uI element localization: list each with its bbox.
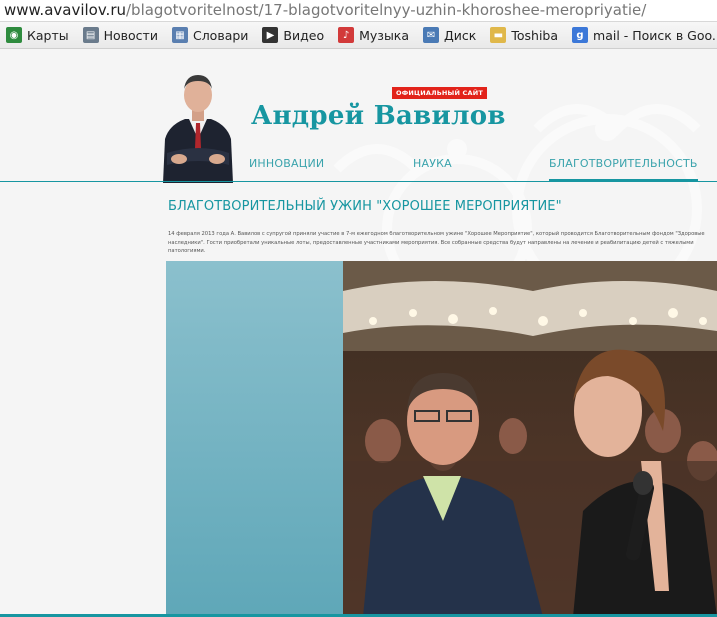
video-icon: ▶ bbox=[262, 27, 279, 43]
disk-icon: ✉ bbox=[423, 27, 440, 43]
bookmark-item[interactable]: ▦ Словари bbox=[171, 27, 249, 43]
bookmark-label: Карты bbox=[27, 27, 69, 43]
bookmark-item[interactable]: ◉ Карты bbox=[6, 27, 69, 43]
folder-icon: ▬ bbox=[490, 27, 507, 43]
portrait-image bbox=[159, 69, 237, 183]
nav-innovations[interactable]: ИННОВАЦИИ bbox=[249, 157, 324, 170]
bookmark-label: Музыка bbox=[359, 27, 410, 43]
bookmark-item[interactable]: ♪ Музыка bbox=[338, 27, 409, 43]
article-title: БЛАГОТВОРИТЕЛЬНЫЙ УЖИН "ХОРОШЕЕ МЕРОПРИЯ… bbox=[168, 199, 562, 214]
web-page: ОФИЦИАЛЬНЫЙ САЙТ Андрей Вавилов ИННОВАЦИ… bbox=[0, 49, 717, 617]
article-text: 14 февраля 2013 года А. Вавилов с супруг… bbox=[168, 231, 705, 254]
bookmarks-bar: ◉ Карты ▤ Новости ▦ Словари ▶ Видео ♪ Музыка ✉ Диск… bbox=[0, 22, 717, 49]
bookmark-item[interactable]: ▬ Toshiba bbox=[490, 27, 558, 43]
maps-icon: ◉ bbox=[6, 27, 22, 43]
bookmark-label: Видео bbox=[283, 27, 325, 43]
bookmark-item[interactable]: ▶ Видео bbox=[262, 27, 324, 43]
photo-side-panel bbox=[166, 261, 343, 617]
photo-gallery bbox=[166, 261, 717, 617]
music-icon: ♪ bbox=[338, 27, 355, 43]
address-bar[interactable]: www.avavilov.ru/blagotvoritelnost/17-bla… bbox=[0, 0, 717, 22]
url-text[interactable]: www.avavilov.ru/blagotvoritelnost/17-bla… bbox=[4, 0, 646, 20]
bookmark-label: Toshiba bbox=[511, 27, 559, 43]
nav-charity[interactable]: БЛАГОТВОРИТЕЛЬНОСТЬ bbox=[549, 157, 698, 182]
nav-divider bbox=[0, 181, 717, 182]
bookmark-label: Словари bbox=[192, 27, 249, 43]
event-photo[interactable] bbox=[343, 261, 717, 617]
bookmark-item[interactable]: g mail - Поиск в Goo... bbox=[572, 27, 717, 43]
bookmark-label: Диск bbox=[444, 27, 477, 43]
official-site-badge: ОФИЦИАЛЬНЫЙ САЙТ bbox=[392, 87, 488, 99]
site-title[interactable]: Андрей Вавилов bbox=[251, 101, 506, 131]
bookmark-item[interactable]: ✉ Диск bbox=[423, 27, 476, 43]
bookmark-item[interactable]: ▤ Новости bbox=[82, 27, 158, 43]
dictionary-icon: ▦ bbox=[171, 27, 188, 43]
google-icon: g bbox=[572, 27, 589, 43]
nav-science[interactable]: НАУКА bbox=[413, 157, 452, 170]
bookmark-label: mail - Поиск в Goo... bbox=[593, 27, 717, 43]
news-icon: ▤ bbox=[82, 27, 99, 43]
bookmark-label: Новости bbox=[103, 27, 158, 43]
